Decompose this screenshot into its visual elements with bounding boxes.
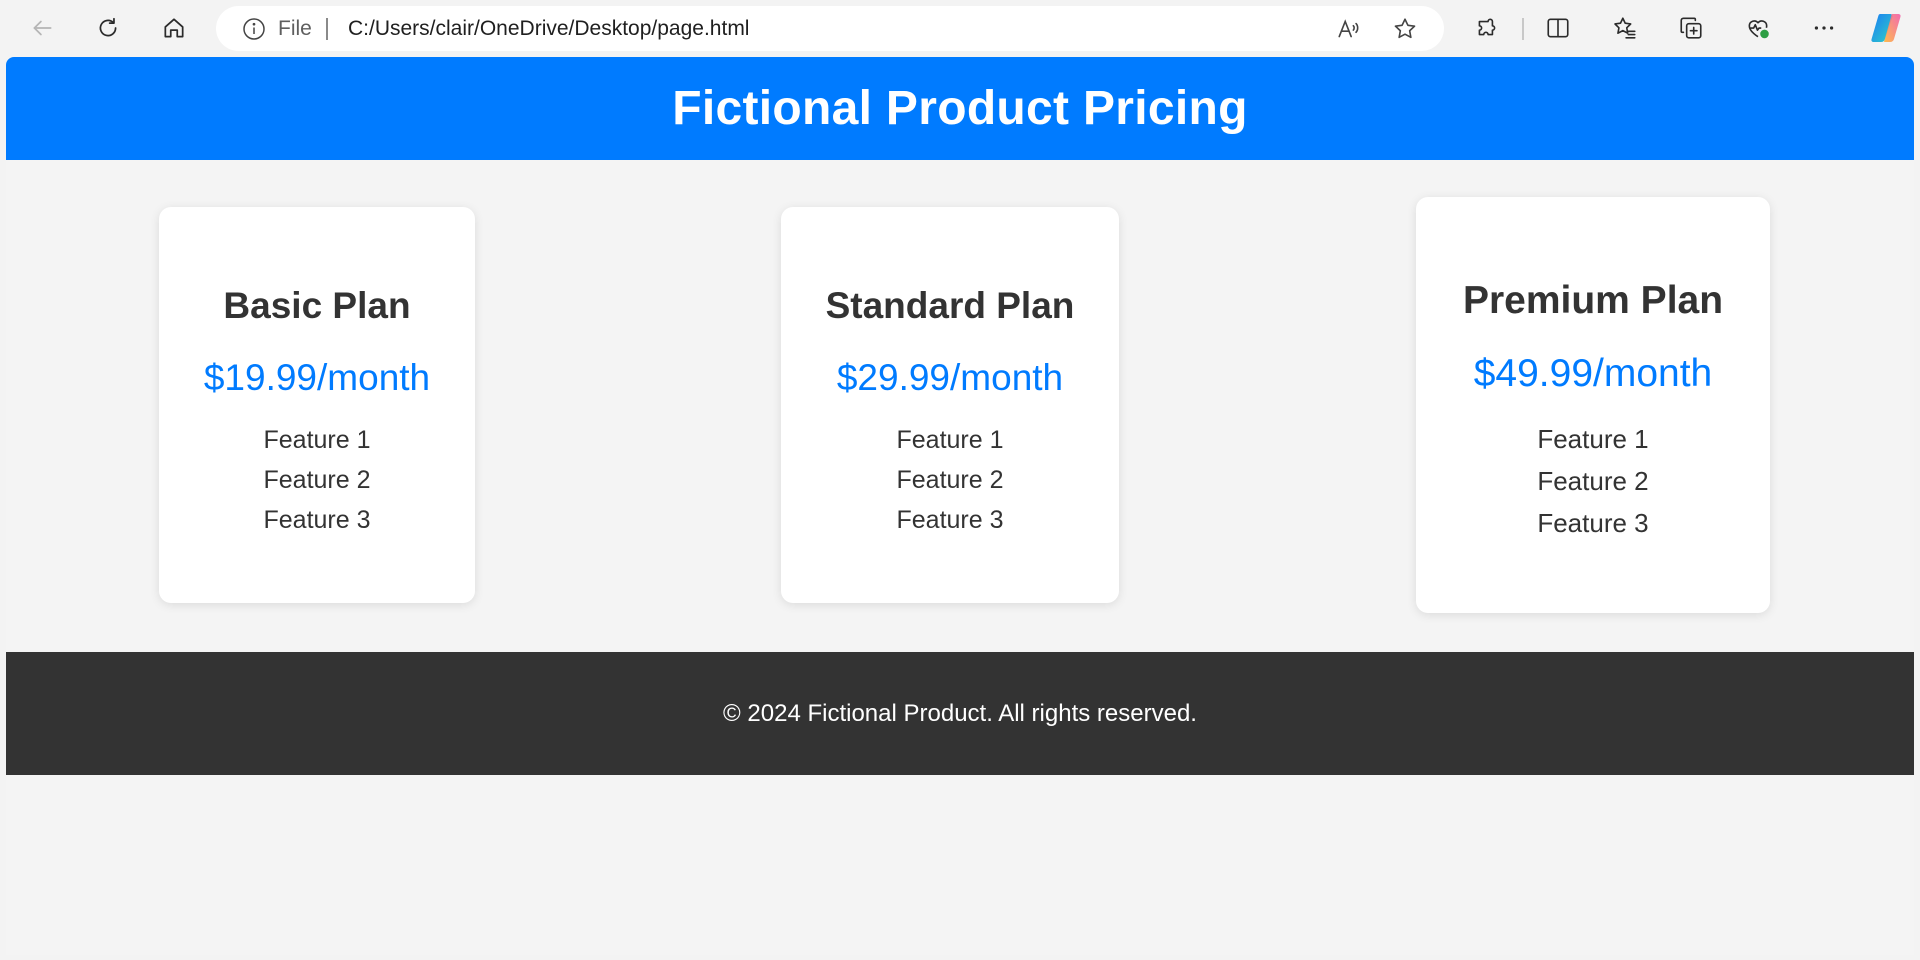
split-screen-icon [1547, 18, 1569, 38]
feature-list: Feature 1 Feature 2 Feature 3 [1416, 418, 1770, 544]
info-icon[interactable] [242, 17, 266, 41]
browser-toolbar: File C:/Users/clair/OneDrive/Desktop/pag… [0, 0, 1920, 57]
browser-essentials-icon [1748, 20, 1769, 39]
feature-item: Feature 3 [896, 506, 1004, 534]
pricing-card-basic: Basic Plan $19.99/month Feature 1 Featur… [159, 207, 475, 603]
plan-name: Standard Plan [825, 285, 1075, 326]
feature-item: Feature 3 [263, 506, 371, 534]
pricing-card-premium: Premium Plan $49.99/month Feature 1 Feat… [1416, 197, 1770, 613]
feature-list: Feature 1 Feature 2 Feature 3 [159, 420, 475, 540]
address-bar[interactable]: File C:/Users/clair/OneDrive/Desktop/pag… [216, 6, 1444, 51]
back-icon [33, 20, 52, 36]
favorite-star-icon[interactable] [1392, 16, 1418, 42]
plan-name: Premium Plan [1462, 279, 1724, 322]
refresh-button[interactable] [90, 10, 126, 46]
plan-price: $29.99/month [836, 357, 1064, 398]
extensions-icon [1478, 18, 1496, 36]
collections-button[interactable] [1673, 10, 1709, 46]
home-button[interactable] [156, 10, 192, 46]
feature-item: Feature 1 [1537, 424, 1649, 454]
page-viewport: Fictional Product Pricing Basic Plan $19… [6, 57, 1914, 955]
home-icon [164, 18, 184, 38]
page-header: Fictional Product Pricing [6, 57, 1914, 160]
plan-price: $19.99/month [203, 357, 431, 398]
plan-price: $49.99/month [1473, 352, 1713, 395]
plan-name: Basic Plan [223, 285, 411, 326]
feature-item: Feature 2 [263, 466, 371, 494]
browser-essentials-button[interactable] [1740, 10, 1776, 46]
footer-copyright: © 2024 Fictional Product. All rights res… [723, 699, 1197, 727]
read-aloud-icon[interactable] [1336, 16, 1362, 42]
favorites-icon [1614, 17, 1636, 39]
collections-icon [1680, 17, 1702, 39]
back-button[interactable] [24, 10, 60, 46]
toolbar-separator [1522, 18, 1524, 40]
address-url[interactable]: C:/Users/clair/OneDrive/Desktop/page.htm… [348, 6, 749, 51]
feature-item: Feature 1 [263, 426, 371, 454]
favorites-button[interactable] [1607, 10, 1643, 46]
pricing-card-standard: Standard Plan $29.99/month Feature 1 Fea… [781, 207, 1119, 603]
split-screen-button[interactable] [1540, 10, 1576, 46]
feature-item: Feature 1 [896, 426, 1004, 454]
refresh-icon [99, 17, 117, 37]
address-scheme-label: File [278, 17, 312, 40]
feature-list: Feature 1 Feature 2 Feature 3 [781, 420, 1119, 540]
more-button[interactable] [1806, 10, 1842, 46]
feature-item: Feature 2 [896, 466, 1004, 494]
copilot-button[interactable] [1868, 10, 1904, 46]
extensions-button[interactable] [1469, 10, 1505, 46]
page-title: Fictional Product Pricing [672, 82, 1248, 135]
more-icon [1814, 26, 1834, 30]
address-separator [326, 18, 328, 40]
feature-item: Feature 2 [1537, 466, 1649, 496]
page-footer: © 2024 Fictional Product. All rights res… [6, 652, 1914, 775]
feature-item: Feature 3 [1537, 508, 1649, 538]
copilot-icon [1871, 14, 1901, 42]
